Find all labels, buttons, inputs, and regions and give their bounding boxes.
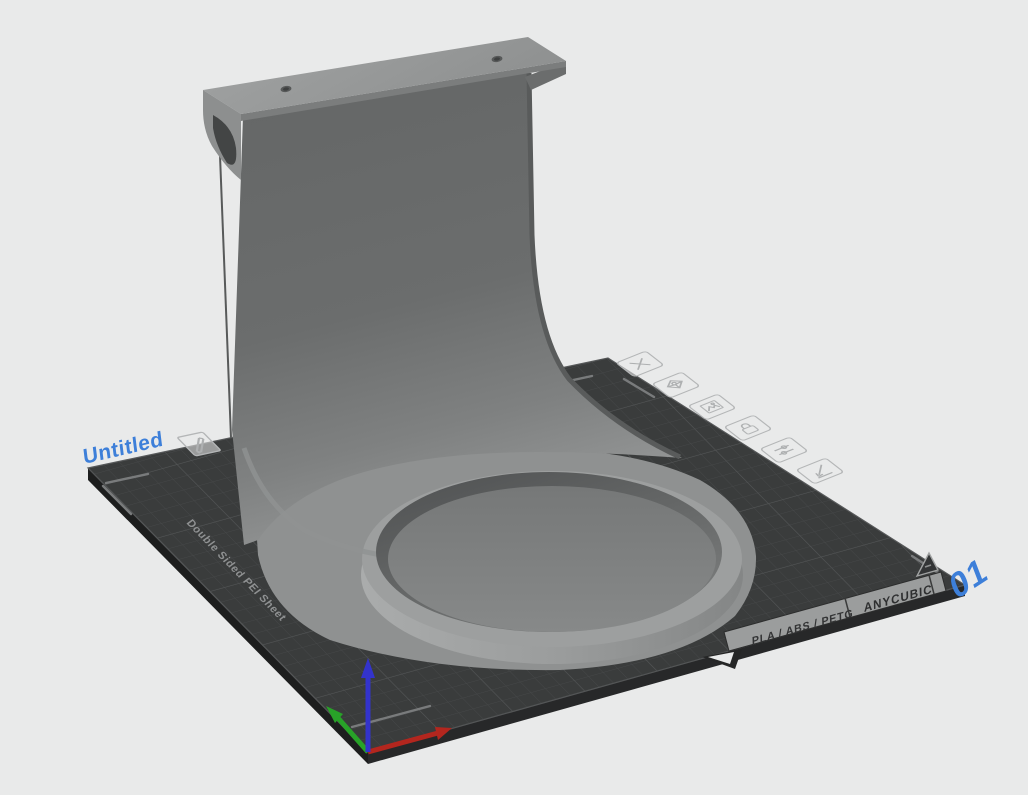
cup-pocket-floor — [388, 486, 716, 632]
scene-canvas[interactable]: PLA / ABS / PETG ANYCUBIC Double Sided P… — [0, 0, 1028, 795]
slicer-3d-viewport[interactable]: PLA / ABS / PETG ANYCUBIC Double Sided P… — [0, 0, 1028, 795]
